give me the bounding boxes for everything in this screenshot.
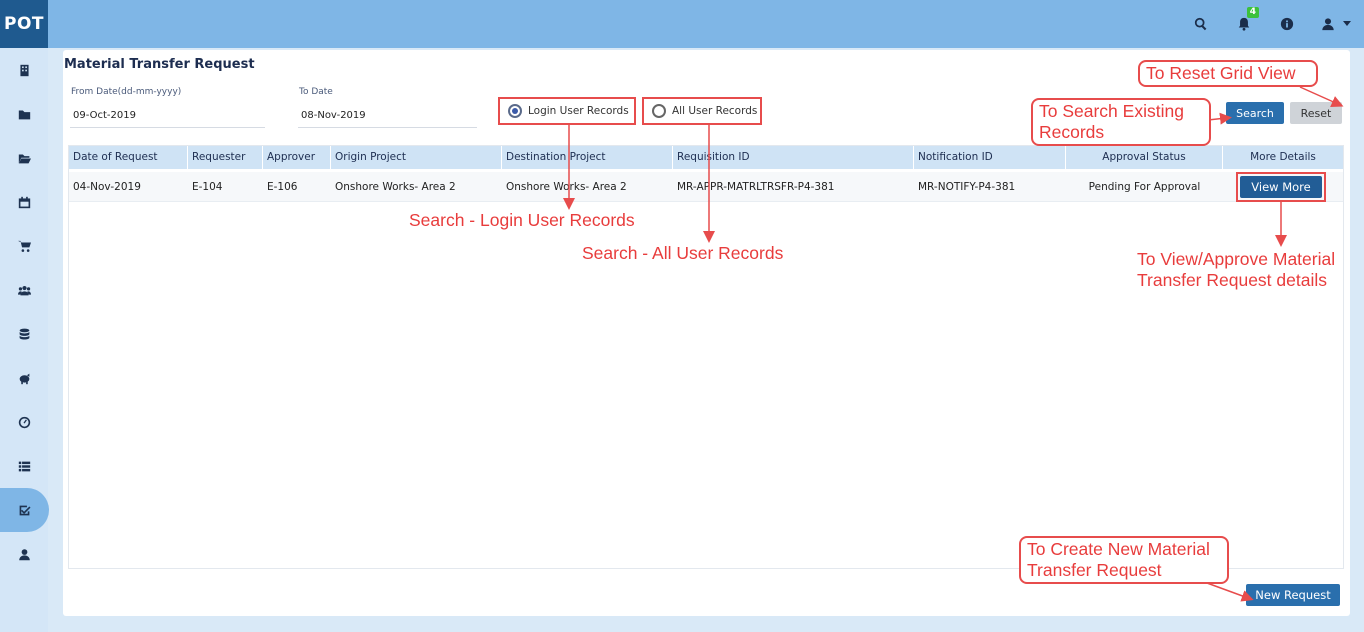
annotation-view-line1: To View/Approve Material [1137, 249, 1336, 269]
calendar-icon [18, 196, 30, 208]
column-header[interactable]: Notification ID [914, 146, 1066, 169]
reset-button[interactable]: Reset [1290, 102, 1342, 124]
info-icon[interactable] [1277, 14, 1297, 34]
to-date-input[interactable]: 08-Nov-2019 [301, 110, 366, 121]
annotation-new-line2: Transfer Request [1027, 560, 1162, 580]
chevron-down-icon[interactable] [1343, 21, 1351, 26]
sidebar-item-users[interactable] [0, 268, 48, 312]
users-icon [17, 285, 31, 295]
radio-all-label: All User Records [672, 105, 758, 117]
sidebar [0, 48, 49, 632]
table-cell: Pending For Approval [1088, 181, 1201, 193]
search-button[interactable]: Search [1226, 102, 1284, 124]
sidebar-item-list[interactable] [0, 444, 48, 488]
table-cell: Onshore Works- Area 2 [506, 181, 627, 193]
bell-icon[interactable]: 4 [1234, 7, 1259, 34]
annotation-view: To View/Approve Material Transfer Reques… [1137, 249, 1335, 291]
folder-open-icon [18, 153, 31, 163]
radio-unchecked-icon [652, 104, 666, 118]
sidebar-item-building[interactable] [0, 48, 48, 92]
table-cell: 04-Nov-2019 [73, 181, 141, 193]
column-header[interactable]: Origin Project [331, 146, 502, 169]
radio-login-label: Login User Records [528, 105, 629, 117]
page-title: Material Transfer Request [64, 57, 255, 72]
list-icon [18, 461, 30, 471]
radio-checked-icon [508, 104, 522, 118]
annotation-login: Search - Login User Records [409, 210, 635, 230]
to-date-underline [298, 127, 477, 128]
annotation-search: To Search Existing Records [1031, 98, 1211, 146]
top-bar: POT 4 [0, 0, 1364, 48]
search-icon[interactable] [1191, 14, 1211, 34]
from-date-input[interactable]: 09-Oct-2019 [73, 110, 136, 121]
column-header[interactable]: Approval Status [1066, 146, 1223, 169]
radio-login-user-records[interactable]: Login User Records [498, 97, 636, 125]
check-square-icon [19, 505, 31, 515]
column-header[interactable]: Requisition ID [673, 146, 914, 169]
column-header[interactable]: Date of Request [69, 146, 188, 169]
table-cell: Onshore Works- Area 2 [335, 181, 456, 193]
brand-logo[interactable]: POT [0, 0, 48, 48]
table-header: Date of Request Requester Approver Origi… [69, 146, 1343, 169]
annotation-all: Search - All User Records [582, 243, 784, 263]
cart-icon [17, 240, 31, 252]
sidebar-item-calendar[interactable] [0, 180, 48, 224]
sidebar-item-piggy-bank[interactable] [0, 356, 48, 400]
column-header[interactable]: Requester [188, 146, 263, 169]
sidebar-item-dashboard[interactable] [0, 400, 48, 444]
sidebar-item-folder-open[interactable] [0, 136, 48, 180]
to-date-label: To Date [299, 87, 333, 97]
radio-all-user-records[interactable]: All User Records [642, 97, 762, 125]
annotation-new-line1: To Create New Material [1027, 539, 1210, 559]
annotation-view-line2: Transfer Request details [1137, 270, 1327, 290]
from-date-underline [70, 127, 265, 128]
table-cell: E-104 [192, 181, 223, 193]
sidebar-item-profile[interactable] [0, 532, 48, 576]
from-date-label: From Date(dd-mm-yyyy) [71, 87, 182, 97]
piggy-bank-icon [19, 373, 29, 384]
sidebar-item-approvals[interactable] [0, 488, 49, 532]
sidebar-item-database[interactable] [0, 312, 48, 356]
dashboard-icon [18, 416, 30, 428]
table-cell: MR-APPR-MATRLTRSFR-P4-381 [677, 181, 835, 193]
annotation-new: To Create New Material Transfer Request [1019, 536, 1229, 584]
table-row: 04-Nov-2019 E-104 E-106 Onshore Works- A… [69, 172, 1343, 202]
user-icon [18, 548, 30, 560]
column-header[interactable]: More Details [1223, 146, 1343, 169]
annotation-search-line1: To Search Existing [1039, 101, 1184, 121]
sidebar-item-folder[interactable] [0, 92, 48, 136]
sidebar-item-cart[interactable] [0, 224, 48, 268]
column-header[interactable]: Destination Project [502, 146, 673, 169]
new-request-button[interactable]: New Request [1246, 584, 1340, 606]
database-icon [19, 328, 29, 340]
folder-icon [18, 109, 30, 119]
column-header[interactable]: Approver [263, 146, 331, 169]
annotation-search-line2: Records [1039, 122, 1105, 142]
table-cell: MR-NOTIFY-P4-381 [918, 181, 1016, 193]
notification-badge: 4 [1246, 7, 1259, 18]
view-more-button[interactable]: View More [1240, 176, 1322, 198]
building-icon [19, 64, 29, 76]
annotation-reset: To Reset Grid View [1138, 60, 1318, 87]
records-table: Date of Request Requester Approver Origi… [68, 145, 1344, 569]
user-menu-icon[interactable] [1318, 14, 1338, 34]
table-cell: E-106 [267, 181, 298, 193]
